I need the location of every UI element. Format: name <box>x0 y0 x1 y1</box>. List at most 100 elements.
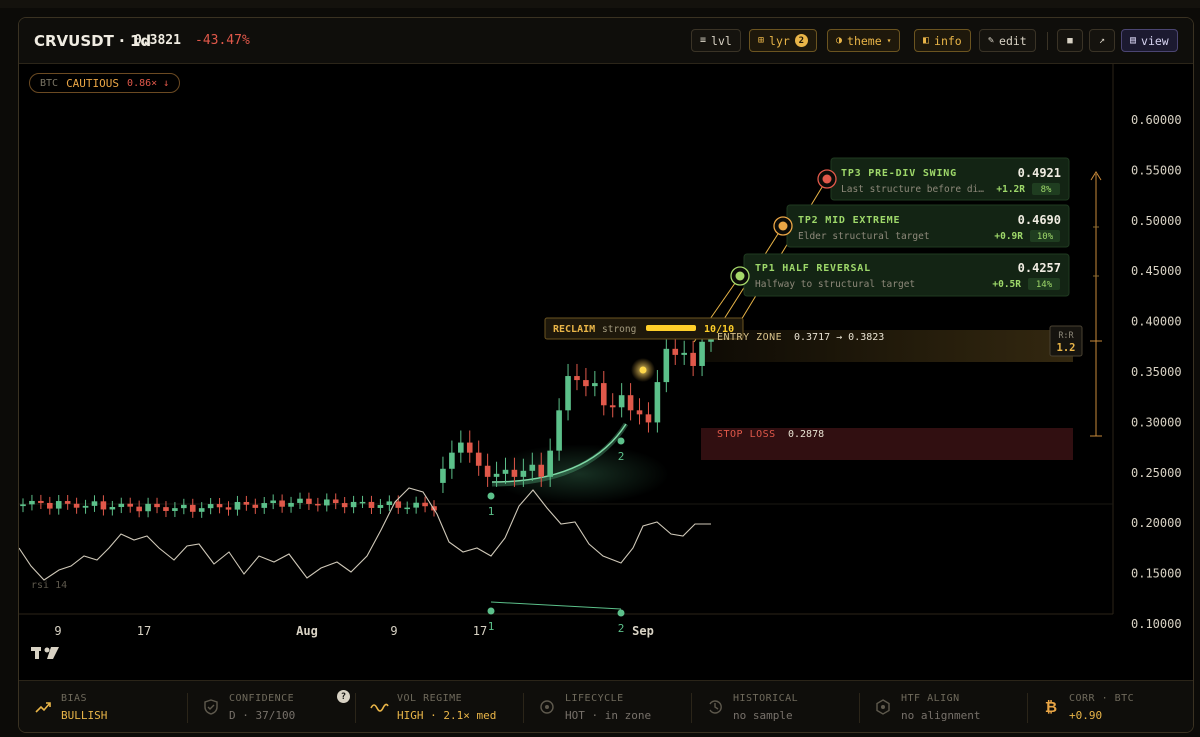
chevron-down-icon: ▾ <box>886 36 892 45</box>
candle-body <box>181 504 187 509</box>
price-axis-label: 0.45000 <box>1131 264 1182 278</box>
candle-body <box>511 469 518 477</box>
rsi-point-1 <box>487 607 495 615</box>
reclaim-strength: strong <box>602 324 636 335</box>
footer-value: +0.90 <box>1069 709 1103 722</box>
candle-body <box>288 502 294 507</box>
price-chart[interactable]: 0.60000 0.55000 0.50000 0.45000 0.40000 0.350… <box>19 64 1194 680</box>
theme-button[interactable]: ◑ theme ▾ <box>827 29 901 52</box>
info-button[interactable]: ◧ info <box>914 29 971 52</box>
layers-button[interactable]: ⊞ lyr 2 <box>749 29 817 52</box>
view-button[interactable]: ▤ view <box>1121 29 1178 52</box>
tp3-dot <box>822 174 832 184</box>
footer-item-historical[interactable]: HISTORICAL no sample <box>705 681 865 732</box>
candle-body <box>520 470 527 477</box>
candle-body <box>413 502 419 508</box>
footer-label: HTF ALIGN <box>901 693 960 704</box>
candle-body <box>64 501 71 504</box>
wave-icon <box>370 703 389 712</box>
edit-button[interactable]: ✎ edit <box>979 29 1036 52</box>
divergence-point-1 <box>487 492 495 500</box>
candle-body <box>368 501 375 508</box>
tp2-card[interactable]: TP2 MID EXTREME 0.4690 Elder structural … <box>773 204 1070 248</box>
candle-body <box>73 503 80 508</box>
candle-body <box>502 469 509 474</box>
rsi-label-1: 1 <box>488 620 495 633</box>
footer-label: BIAS <box>61 693 88 704</box>
footer-item-htf-align[interactable]: HTF ALIGN no alignment <box>873 681 1033 732</box>
candle-body <box>172 508 178 511</box>
candle-body <box>207 504 214 509</box>
candle-body <box>636 410 643 415</box>
pencil-icon: ✎ <box>988 35 995 46</box>
toolbar-divider <box>1047 32 1048 50</box>
price-axis-label: 0.10000 <box>1131 617 1182 631</box>
candle-body <box>350 501 357 508</box>
help-icon[interactable]: ? <box>337 690 350 703</box>
list-icon: ≡ <box>700 35 707 46</box>
candle-body <box>627 395 634 411</box>
footer-divider <box>1027 693 1028 723</box>
levels-button[interactable]: ≡ lvl <box>691 29 741 52</box>
candle-body <box>529 464 536 471</box>
footer-item-confidence[interactable]: CONFIDENCE D · 37/100? <box>201 681 361 732</box>
tp2-dot <box>778 221 788 231</box>
chart-header: CRVUSDT · 1d 0.3821 -43.47% ≡ lvl ⊞ lyr … <box>19 18 1193 64</box>
candle-body <box>163 507 169 511</box>
candle-body <box>493 473 500 477</box>
footer-item-bias[interactable]: BIAS BULLISH <box>33 681 193 732</box>
tp3-price: 0.4921 <box>1018 166 1061 180</box>
candle-body <box>136 506 142 512</box>
tp3-pct: 8% <box>1041 185 1052 195</box>
candle-body <box>386 501 393 506</box>
candle-body <box>645 414 652 423</box>
candle-body <box>341 503 348 508</box>
tp2-name: TP2 MID EXTREME <box>798 215 900 226</box>
square-button[interactable]: ■ <box>1057 29 1083 52</box>
view-icon: ▤ <box>1130 35 1137 46</box>
candle-body <box>699 341 705 366</box>
candle-body <box>198 508 205 512</box>
footer-item-corr-btc[interactable]: ₿ CORR · BTC +0.90 <box>1041 681 1193 732</box>
divergence-label-2: 2 <box>618 450 625 463</box>
footer-divider <box>859 693 860 723</box>
candle-body <box>404 507 411 510</box>
divergence-label-1: 1 <box>488 505 495 518</box>
candle-body <box>395 501 402 508</box>
footer-label: CONFIDENCE <box>229 693 295 704</box>
price-axis-label: 0.15000 <box>1131 567 1182 581</box>
footer-item-vol-regime[interactable]: VOL REGIME HIGH · 2.1× med <box>369 681 529 732</box>
candle-body <box>449 452 455 469</box>
reclaim-strength-bar <box>646 325 696 331</box>
candle-body <box>109 507 116 510</box>
candle-body <box>663 348 670 383</box>
footer-label: LIFECYCLE <box>565 693 624 704</box>
shield-icon <box>204 699 218 715</box>
expand-button[interactable]: ↗ <box>1089 29 1115 52</box>
tradingview-logo <box>31 647 59 659</box>
reclaim-tag[interactable]: RECLAIM strong 10/10 <box>544 317 744 340</box>
footer-value: HIGH · 2.1× med <box>397 709 497 722</box>
candle-body <box>154 503 160 508</box>
top-strip <box>0 0 1200 8</box>
candle-body <box>306 498 312 504</box>
target-icon <box>540 700 554 714</box>
tp2-desc: Elder structural target <box>798 231 930 242</box>
stop-loss-label: STOP LOSS <box>717 429 776 440</box>
candle-body <box>225 507 232 510</box>
candle-body <box>91 501 98 506</box>
candle-body <box>243 501 250 505</box>
time-axis-label: Sep <box>632 624 654 638</box>
stop-loss-price: 0.2878 <box>788 429 824 440</box>
tp3-card[interactable]: TP3 PRE-DIV SWING 0.4921 Last structure … <box>817 157 1070 201</box>
footer-value: no sample <box>733 709 793 722</box>
candle-body <box>47 502 53 509</box>
candle-body <box>422 502 428 507</box>
footer-item-lifecycle[interactable]: LIFECYCLE HOT · in zone <box>537 681 697 732</box>
candle-body <box>583 380 589 387</box>
entry-zone-range: 0.3717 → 0.3823 <box>794 332 884 343</box>
rsi-divergence-line <box>490 601 622 610</box>
logo-part <box>35 647 39 659</box>
tp1-card[interactable]: TP1 HALF REVERSAL 0.4257 Halfway to stru… <box>730 253 1070 297</box>
footer-value: BULLISH <box>61 709 108 722</box>
